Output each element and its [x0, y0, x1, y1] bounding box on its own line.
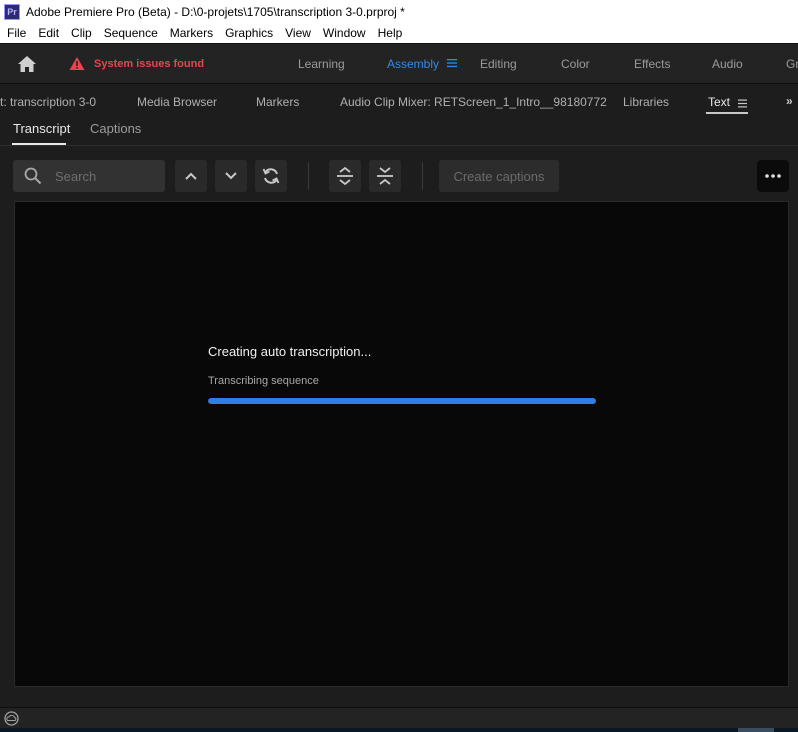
progress-bar-fill	[208, 398, 596, 404]
progress-title: Creating auto transcription...	[208, 344, 372, 359]
collapse-segments-button[interactable]	[369, 160, 401, 192]
expand-segments-button[interactable]	[329, 160, 361, 192]
active-subtab-underline	[12, 143, 66, 145]
tab-transcript[interactable]: Transcript	[13, 121, 70, 136]
menu-sequence[interactable]: Sequence	[97, 26, 163, 40]
warning-text: System issues found	[94, 57, 205, 70]
text-panel-subtabs: Transcript Captions	[0, 116, 798, 146]
menu-edit[interactable]: Edit	[31, 26, 64, 40]
more-icon	[765, 174, 781, 178]
panel-tab-text[interactable]: Text	[708, 95, 730, 109]
window-title: Adobe Premiere Pro (Beta) - D:\0-projets…	[26, 4, 405, 19]
creative-cloud-icon[interactable]	[4, 711, 19, 726]
workspace-bar: System issues found Learning Assembly Ed…	[0, 43, 798, 83]
workspace-tab-audio[interactable]: Audio	[712, 57, 743, 71]
previous-result-button[interactable]	[175, 160, 207, 192]
toolbar-divider	[308, 162, 309, 190]
panel-tab-media-browser[interactable]: Media Browser	[137, 95, 217, 109]
panel-footer	[0, 687, 798, 707]
search-icon	[24, 167, 42, 185]
workspace-menu-icon[interactable]	[447, 58, 457, 68]
menu-graphics[interactable]: Graphics	[218, 26, 278, 40]
title-bar: Pr Adobe Premiere Pro (Beta) - D:\0-proj…	[0, 0, 798, 23]
panel-menu-icon[interactable]	[738, 99, 747, 108]
progress-subtitle: Transcribing sequence	[208, 375, 319, 387]
transcript-area: Creating auto transcription... Transcrib…	[14, 201, 789, 687]
active-panel-tab-underline	[706, 112, 748, 114]
menu-bar: File Edit Clip Sequence Markers Graphics…	[0, 23, 798, 43]
panel-tab-libraries[interactable]: Libraries	[623, 95, 669, 109]
toolbar-divider	[422, 162, 423, 190]
menu-markers[interactable]: Markers	[163, 26, 218, 40]
tab-captions[interactable]: Captions	[90, 121, 141, 136]
create-captions-button[interactable]: Create captions	[439, 160, 559, 192]
taskbar-highlight	[738, 728, 774, 732]
panel-overflow-chevron-icon[interactable]: »	[786, 94, 793, 108]
system-issues-warning[interactable]: System issues found	[69, 56, 204, 71]
menu-file[interactable]: File	[0, 26, 31, 40]
chevron-up-icon	[185, 172, 197, 180]
panel-tab-sequence[interactable]: t: transcription 3-0	[0, 95, 96, 109]
workspace-tab-learning[interactable]: Learning	[298, 57, 345, 71]
search-box[interactable]	[13, 160, 165, 192]
menu-help[interactable]: Help	[371, 26, 408, 40]
workspace-tab-graphics-truncated[interactable]: Gr	[786, 57, 798, 71]
premiere-app-icon: Pr	[4, 3, 20, 20]
menu-view[interactable]: View	[278, 26, 316, 40]
workspace-tab-effects[interactable]: Effects	[634, 57, 670, 71]
menu-clip[interactable]: Clip	[64, 26, 97, 40]
panel-tab-bar: t: transcription 3-0 Media Browser Marke…	[0, 83, 798, 116]
panel-tab-audio-clip-mixer[interactable]: Audio Clip Mixer: RETScreen_1_Intro__981…	[340, 95, 607, 109]
collapse-icon	[377, 167, 393, 185]
sync-transcript-button[interactable]	[255, 160, 287, 192]
taskbar-strip	[0, 728, 798, 732]
workspace-tab-assembly[interactable]: Assembly	[387, 57, 439, 71]
sync-icon	[262, 168, 280, 184]
menu-window[interactable]: Window	[316, 26, 371, 40]
more-options-button[interactable]	[757, 160, 789, 192]
workspace-tab-color[interactable]: Color	[561, 57, 590, 71]
expand-icon	[337, 166, 353, 186]
home-icon[interactable]	[16, 54, 38, 74]
panel-tab-markers[interactable]: Markers	[256, 95, 299, 109]
status-bar	[0, 707, 798, 728]
next-result-button[interactable]	[215, 160, 247, 192]
search-input[interactable]	[55, 166, 159, 186]
warning-icon	[69, 57, 85, 70]
progress-bar	[208, 398, 596, 404]
workspace-tab-editing[interactable]: Editing	[480, 57, 517, 71]
chevron-down-icon	[225, 172, 237, 180]
transcript-toolbar: Create captions	[0, 146, 798, 201]
